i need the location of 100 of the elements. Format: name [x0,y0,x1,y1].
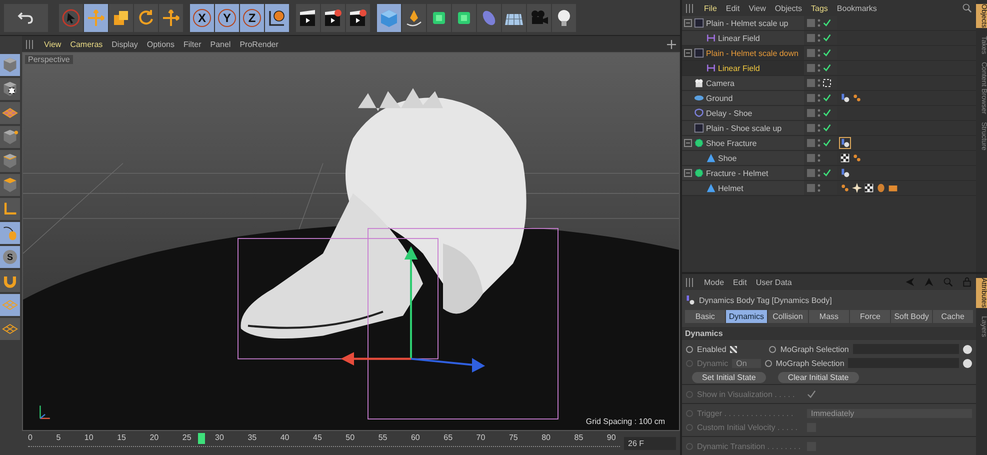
checker-tag-icon[interactable] [864,183,874,193]
enabled-check-icon[interactable] [823,19,831,27]
visibility-dots-icon[interactable] [817,138,821,148]
enabled-check-icon[interactable] [823,94,831,102]
enabled-check-icon[interactable] [823,124,831,132]
move-view-icon[interactable] [667,40,676,48]
texture-mode-button[interactable] [0,78,20,100]
viewport-menu-item[interactable]: Display [112,40,138,48]
object-manager-menu-item[interactable]: File [704,4,717,12]
light-tool-button[interactable] [552,4,576,32]
collapse-icon[interactable] [684,169,692,177]
viewport-menu-item[interactable]: Options [146,40,174,48]
solo-mode-button[interactable]: S [0,246,20,268]
scale-tool-button[interactable] [109,4,133,32]
enabled-checkbox[interactable] [730,346,738,352]
enabled-check-icon[interactable] [823,139,831,147]
collapse-icon[interactable] [684,49,692,57]
visibility-dots-icon[interactable] [817,108,821,118]
axis-tool-button[interactable]: X [190,4,214,32]
visibility-dots-icon[interactable] [817,183,821,193]
viewport-menu-item[interactable]: Panel [210,40,231,48]
state-button[interactable]: Clear Initial State [778,372,859,382]
object-manager-menu-item[interactable]: View [748,4,766,12]
visibility-dots-icon[interactable] [817,78,821,88]
selection-tag-icon[interactable] [840,183,850,193]
snap-mode-button[interactable] [0,270,20,292]
object-row[interactable]: Linear Field [682,61,976,76]
object-manager-menu-item[interactable]: Objects [774,4,802,12]
visibility-dots-icon[interactable] [817,63,821,73]
visibility-dots-icon[interactable] [817,168,821,178]
world-tool-button[interactable] [265,4,289,32]
object-row[interactable]: Delay - Shoe [682,106,976,121]
cloner-tool-button[interactable] [427,4,451,32]
object-row[interactable]: Shoe [682,151,976,166]
pen-tool-button[interactable] [402,4,426,32]
axis-tool-button[interactable]: Y [215,4,239,32]
dynamics-tag-icon[interactable] [840,93,850,103]
render-settings-tool-button[interactable] [346,4,370,32]
object-row[interactable]: Ground [682,91,976,106]
property-tab[interactable]: Mass [808,310,850,323]
object-manager-menu-item[interactable]: Bookmarks [836,4,877,12]
polygons-mode-button[interactable] [0,174,20,196]
add-tool-button[interactable] [159,4,183,32]
object-row[interactable]: Plain - Helmet scale up [682,16,976,31]
viewport-menu-item[interactable]: Filter [183,40,202,48]
property-tab[interactable]: Basic [685,310,726,323]
visibility-dots-icon[interactable] [817,123,821,133]
search-icon[interactable] [962,3,972,13]
rotate-tool-button[interactable] [134,4,158,32]
property-tab[interactable]: Collision [768,310,808,323]
selection-tag-icon[interactable] [852,93,862,103]
state-button[interactable]: Set Initial State [692,372,766,382]
visibility-dots-icon[interactable] [817,93,821,103]
target-icon[interactable] [823,79,831,87]
visibility-dots-icon[interactable] [817,153,821,163]
viewport-menu-item[interactable]: ProRender [240,40,278,48]
floor-tool-button[interactable] [502,4,526,32]
object-row[interactable]: Plain - Shoe scale up [682,121,976,136]
enabled-check-icon[interactable] [823,49,831,57]
viewport-menu-item[interactable]: Cameras [70,40,103,48]
attributes-menu-item[interactable]: User Data [756,278,792,286]
points-mode-button[interactable] [0,126,20,148]
property-tab[interactable]: Dynamics [726,310,767,323]
axis-mode-mode-button[interactable] [0,198,20,220]
property-tab[interactable]: Force [850,310,890,323]
property-tab[interactable]: Soft Body [891,310,932,323]
property-tab[interactable]: Cache [932,310,973,323]
object-manager-menu-item[interactable]: Tags [811,4,828,12]
animation-radio-icon[interactable] [686,390,693,398]
undo-tool-button[interactable] [4,4,48,32]
select-tool-button[interactable] [59,4,83,32]
enabled-check-icon[interactable] [823,64,831,72]
deformer-tool-button[interactable] [477,4,501,32]
dynamics-tag-icon[interactable] [840,168,850,178]
render-view-tool-button[interactable] [296,4,320,32]
grid-sync-mode-button[interactable] [0,318,20,340]
render-tool-button[interactable] [321,4,345,32]
enabled-check-icon[interactable] [823,109,831,117]
object-row[interactable]: Fracture - Helmet [682,166,976,181]
selection-tag-icon[interactable] [852,153,862,163]
dynamics-tag-icon[interactable] [840,138,850,148]
collapse-icon[interactable] [684,139,692,147]
visibility-dots-icon[interactable] [817,18,821,28]
attributes-menu-item[interactable]: Mode [704,278,724,286]
workplane-mode-button[interactable] [0,102,20,124]
current-frame-field[interactable]: 26 F [624,436,676,450]
playhead-handle[interactable] [198,433,206,444]
enabled-check-icon[interactable] [823,169,831,177]
viewport-menu-item[interactable]: View [44,40,62,48]
array-tool-button[interactable] [452,4,476,32]
object-row[interactable]: Shoe Fracture [682,136,976,151]
tweak-mode-button[interactable] [0,222,20,244]
object-row[interactable]: Helmet [682,181,976,196]
object-row[interactable]: Camera [682,76,976,91]
attributes-menu-item[interactable]: Edit [733,278,747,286]
object-row[interactable]: Plain - Helmet scale down [682,46,976,61]
box-tag-icon[interactable] [888,183,898,193]
collapse-icon[interactable] [684,19,692,27]
animation-radio-icon[interactable] [686,442,693,450]
enabled-check-icon[interactable] [823,34,831,42]
